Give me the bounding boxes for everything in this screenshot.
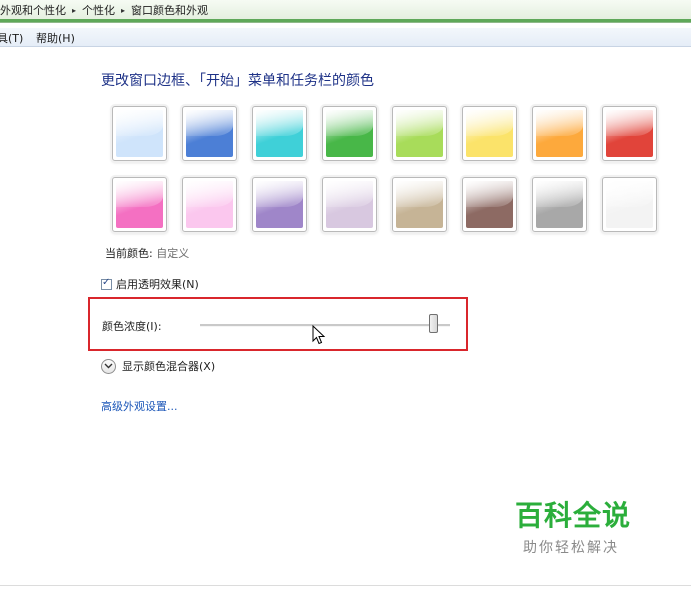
transparency-label: 启用透明效果(N) [116, 278, 199, 291]
breadcrumb-separator-icon[interactable]: ▸ [121, 6, 125, 15]
intensity-label: 颜色浓度(I): [102, 320, 162, 333]
color-swatch-slate[interactable] [532, 177, 587, 232]
page-title: 更改窗口边框、「开始」菜单和任务栏的颜色 [101, 73, 374, 89]
color-swatch-lavender[interactable] [322, 177, 377, 232]
breadcrumb-separator-icon[interactable]: ▸ [72, 6, 76, 15]
intensity-highlight-box: 颜色浓度(I): [88, 297, 468, 351]
breadcrumb-item-window-color[interactable]: 窗口颜色和外观 [131, 2, 208, 18]
color-swatch-taupe[interactable] [392, 177, 447, 232]
menu-bar: 具(T) 帮助(H) [0, 28, 691, 47]
swatch-fill [186, 110, 233, 157]
mixer-label: 显示颜色混合器(X) [122, 360, 216, 373]
chevron-down-icon[interactable] [101, 358, 116, 374]
transparency-checkbox[interactable] [101, 277, 112, 290]
swatch-fill [606, 110, 653, 157]
swatch-fill [536, 181, 583, 228]
color-swatch-frost[interactable] [602, 177, 657, 232]
swatch-fill [466, 110, 513, 157]
transparency-option[interactable]: 启用透明效果(N) [101, 276, 199, 292]
menu-help[interactable]: 帮助(H) [36, 30, 75, 46]
color-swatch-fuchsia[interactable] [112, 177, 167, 232]
color-swatch-lime[interactable] [392, 106, 447, 161]
color-swatch-chocolate[interactable] [462, 177, 517, 232]
current-color-label: 当前颜色: [105, 247, 153, 260]
swatch-fill [116, 181, 163, 228]
color-swatch-ruby[interactable] [602, 106, 657, 161]
breadcrumb: 外观和个性化 ▸ 个性化 ▸ 窗口颜色和外观 [0, 2, 208, 18]
current-color-value: 自定义 [156, 247, 190, 260]
swatch-fill [256, 110, 303, 157]
color-swatch-violet[interactable] [252, 177, 307, 232]
color-swatch-blush[interactable] [182, 177, 237, 232]
swatch-fill [326, 110, 373, 157]
color-swatch-sea[interactable] [252, 106, 307, 161]
swatch-fill [186, 181, 233, 228]
color-swatch-pumpkin[interactable] [462, 106, 517, 161]
breadcrumb-item-appearance[interactable]: 外观和个性化 [0, 2, 66, 18]
address-bar: 外观和个性化 ▸ 个性化 ▸ 窗口颜色和外观 [0, 0, 691, 23]
intensity-slider-thumb[interactable] [428, 314, 438, 333]
menu-tools[interactable]: 具(T) [0, 30, 23, 46]
bottom-divider [0, 585, 691, 586]
current-color-line: 当前颜色: 自定义 [105, 245, 189, 261]
color-swatch-leaf[interactable] [322, 106, 377, 161]
swatch-fill [606, 181, 653, 228]
color-swatch-tangerine[interactable] [532, 106, 587, 161]
swatch-fill [396, 110, 443, 157]
advanced-appearance-link[interactable]: 高级外观设置... [101, 398, 178, 414]
color-swatch-sky[interactable] [112, 106, 167, 161]
swatch-fill [466, 181, 513, 228]
show-color-mixer-toggle[interactable]: 显示颜色混合器(X) [101, 358, 215, 374]
swatch-fill [536, 110, 583, 157]
breadcrumb-item-personalization[interactable]: 个性化 [82, 2, 115, 18]
swatch-fill [396, 181, 443, 228]
mouse-pointer-icon [312, 325, 326, 345]
watermark-title: 百科全说 [515, 499, 632, 532]
swatch-fill [116, 110, 163, 157]
color-swatch-twilight[interactable] [182, 106, 237, 161]
swatch-fill [256, 181, 303, 228]
watermark-logo: 百科全说 助你轻松解决 [493, 482, 663, 564]
swatch-fill [326, 181, 373, 228]
watermark-subtitle: 助你轻松解决 [523, 540, 619, 556]
